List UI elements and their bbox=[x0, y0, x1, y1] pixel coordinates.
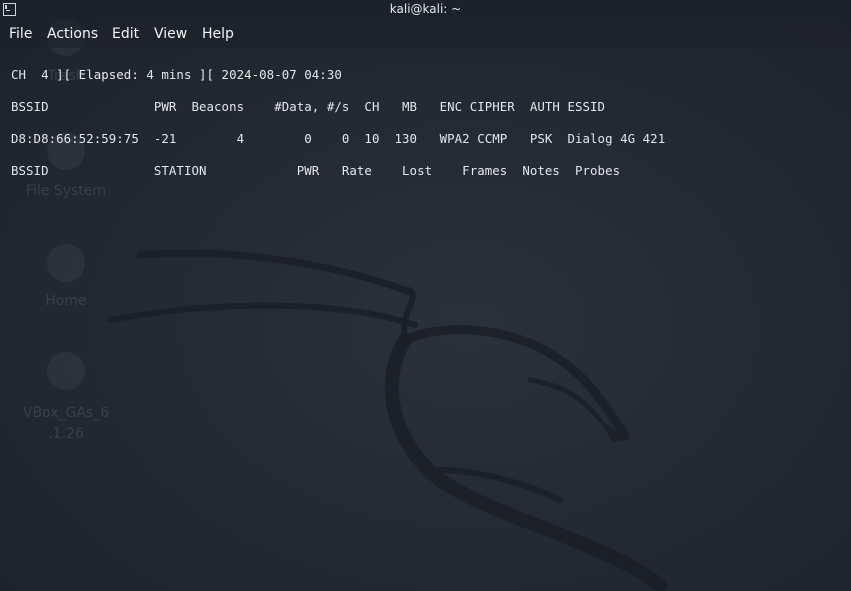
window-title: kali@kali: ~ bbox=[389, 2, 462, 16]
menu-edit[interactable]: Edit bbox=[112, 26, 139, 42]
access-point-table-header: BSSID PWR Beacons #Data, #/s CH MB ENC C… bbox=[11, 99, 606, 114]
menu-bar: File Actions Edit View Help bbox=[0, 20, 851, 48]
kali-dragon-logo bbox=[107, 249, 667, 591]
menu-file[interactable]: File bbox=[9, 26, 32, 42]
desktop-icon-vbox: VBox_GAs_6 .1.26 bbox=[22, 405, 110, 442]
title-bar[interactable]: kali@kali: ~ bbox=[0, 0, 851, 20]
home-icon bbox=[47, 244, 85, 282]
menu-view[interactable]: View bbox=[154, 26, 187, 42]
station-table-header: BSSID STATION PWR Rate Lost Frames Notes… bbox=[11, 163, 621, 178]
menu-actions[interactable]: Actions bbox=[47, 26, 98, 42]
cdrom-icon bbox=[47, 352, 85, 390]
desktop-icon-filesystem: File System bbox=[25, 183, 107, 199]
menu-help[interactable]: Help bbox=[202, 26, 234, 42]
access-point-row: D8:D8:66:52:59:75 -21 4 0 0 10 130 WPA2 … bbox=[11, 131, 666, 146]
airodump-status-line: CH 4 ][ Elapsed: 4 mins ][ 2024-08-07 04… bbox=[11, 67, 342, 82]
terminal-window: Trash File System Home VBox_GAs_6 .1.26 … bbox=[0, 0, 851, 591]
desktop-icon-home: Home bbox=[45, 293, 87, 309]
